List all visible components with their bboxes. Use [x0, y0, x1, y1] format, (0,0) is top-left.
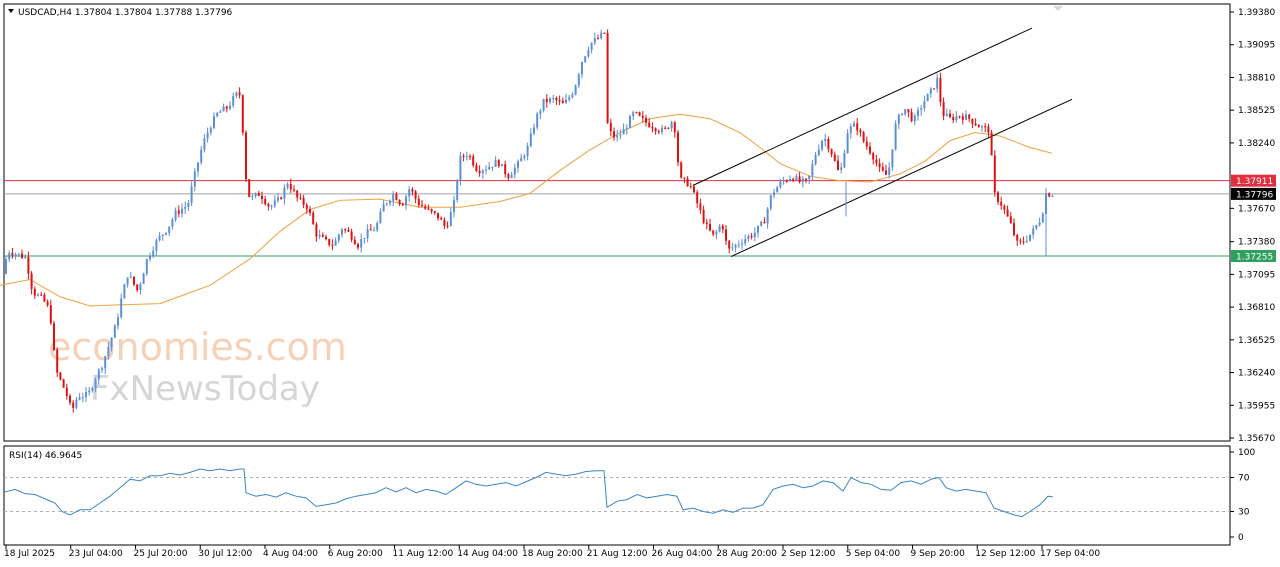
x-tick-label: 12 Sep 12:00	[975, 549, 1035, 559]
rsi-y-tick-label: 100	[1238, 448, 1255, 458]
x-tick-label: 11 Aug 12:00	[393, 549, 454, 559]
x-tick-label: 5 Sep 04:00	[846, 549, 901, 559]
candle	[680, 161, 683, 179]
x-tick-label: 18 Aug 20:00	[522, 549, 583, 559]
x-tick-label: 28 Aug 20:00	[716, 549, 777, 559]
y-tick-label: 1.39380	[1238, 8, 1275, 18]
y-tick-label: 1.35670	[1238, 434, 1275, 444]
y-tick-label: 1.36240	[1238, 369, 1275, 379]
y-tick-label: 1.36525	[1238, 336, 1275, 346]
candle	[59, 371, 62, 381]
rsi-header: RSI(14) 46.9645	[9, 451, 82, 461]
candle	[894, 120, 897, 151]
candle	[113, 324, 116, 338]
candle	[142, 272, 145, 284]
support-label: 1.37255	[1236, 253, 1273, 263]
x-tick-label: 2 Sep 12:00	[781, 549, 836, 559]
candle	[501, 164, 503, 167]
candle	[677, 130, 679, 167]
candle	[145, 258, 148, 276]
candle	[456, 179, 459, 203]
symbol-header: USDCAD,H4 1.37804 1.37804 1.37788 1.3779…	[18, 8, 233, 18]
candle	[693, 185, 695, 194]
candle	[629, 114, 631, 129]
x-tick-label: 14 Aug 04:00	[457, 549, 518, 559]
y-tick-label: 1.38525	[1238, 106, 1275, 116]
candle	[459, 151, 462, 186]
y-tick-label: 1.38810	[1238, 73, 1275, 83]
candle	[62, 378, 65, 388]
candle	[926, 93, 929, 102]
rsi-y-tick-label: 0	[1238, 533, 1244, 543]
rsi-y-tick-label: 70	[1238, 474, 1250, 484]
candle	[769, 194, 772, 211]
watermark-economies: economies.com	[48, 325, 347, 369]
current-price-label: 1.37796	[1236, 190, 1273, 200]
candle	[990, 129, 993, 156]
candle	[123, 283, 126, 299]
candle	[993, 150, 996, 197]
candle	[862, 130, 865, 143]
watermark-fxnewstoday: FxNewsToday	[90, 369, 320, 409]
chart-canvas: economies.com FxNewsToday 1.39380 1.39095…	[0, 3, 1276, 559]
y-tick-label: 1.36810	[1238, 303, 1275, 313]
x-tick-label: 23 Jul 04:00	[69, 549, 123, 559]
y-tick-label: 1.35955	[1238, 401, 1275, 411]
y-tick-label: 1.37095	[1238, 270, 1275, 280]
candle	[53, 320, 55, 352]
y-tick-label: 1.37380	[1238, 238, 1275, 248]
x-tick-label: 26 Aug 04:00	[652, 549, 713, 559]
candle	[536, 111, 539, 130]
candle	[56, 347, 59, 377]
rsi-y-tick-label: 30	[1238, 508, 1250, 518]
y-tick-label: 1.37670	[1238, 204, 1275, 214]
y-tick-label: 1.39095	[1238, 41, 1275, 51]
resistance-label: 1.37911	[1236, 177, 1273, 187]
x-tick-label: 9 Sep 20:00	[911, 549, 966, 559]
candle	[584, 55, 587, 63]
candle	[248, 178, 251, 198]
x-tick-label: 25 Jul 20:00	[134, 549, 188, 559]
candle	[542, 98, 545, 113]
x-tick-label: 6 Aug 20:00	[328, 549, 383, 559]
candle	[606, 29, 609, 124]
candle	[933, 88, 935, 90]
candle	[574, 84, 577, 96]
x-tick-label: 30 Jul 12:00	[198, 549, 252, 559]
candle	[241, 94, 244, 136]
x-tick-label: 17 Sep 04:00	[1040, 549, 1100, 559]
x-tick-label: 21 Aug 12:00	[587, 549, 648, 559]
rsi-panel	[3, 445, 1231, 546]
y-tick-label: 1.38240	[1238, 139, 1275, 149]
x-tick-label: 4 Aug 04:00	[263, 549, 318, 559]
candle	[1029, 234, 1031, 242]
candle	[245, 130, 247, 182]
x-tick-label: 18 Jul 2025	[4, 549, 55, 559]
